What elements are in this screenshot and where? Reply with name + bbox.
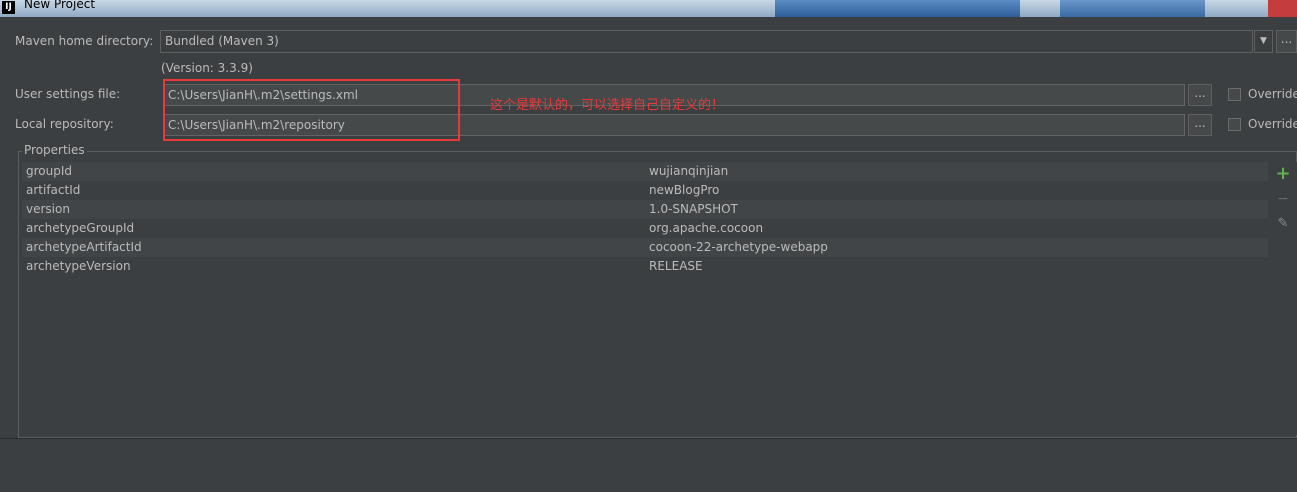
user-settings-label: User settings file: bbox=[15, 87, 121, 101]
table-row[interactable]: version 1.0-SNAPSHOT bbox=[22, 200, 1268, 219]
property-key: archetypeGroupId bbox=[26, 221, 135, 235]
property-value: RELEASE bbox=[649, 259, 703, 273]
table-row[interactable]: archetypeGroupId org.apache.cocoon bbox=[22, 219, 1268, 238]
background-window-strip bbox=[775, 0, 1020, 17]
user-settings-browse-button[interactable]: ... bbox=[1188, 84, 1212, 106]
table-row[interactable]: artifactId newBlogPro bbox=[22, 181, 1268, 200]
property-value: 1.0-SNAPSHOT bbox=[649, 202, 738, 216]
local-repository-browse-button[interactable]: ... bbox=[1188, 114, 1212, 136]
edit-icon[interactable]: ✎ bbox=[1274, 215, 1292, 233]
property-key: archetypeVersion bbox=[26, 259, 131, 273]
property-value: newBlogPro bbox=[649, 183, 720, 197]
window-title: New Project bbox=[24, 0, 96, 11]
maven-version-note: (Version: 3.3.9) bbox=[161, 61, 253, 75]
table-row[interactable]: archetypeVersion RELEASE bbox=[22, 257, 1268, 276]
table-row[interactable]: groupId wujianqinjian bbox=[22, 162, 1268, 181]
property-value: cocoon-22-archetype-webapp bbox=[649, 240, 828, 254]
maven-home-browse-button[interactable]: ... bbox=[1276, 30, 1297, 53]
table-row[interactable]: archetypeArtifactId cocoon-22-archetype-… bbox=[22, 238, 1268, 257]
property-key: archetypeArtifactId bbox=[26, 240, 142, 254]
user-settings-override-label: Override bbox=[1248, 87, 1297, 101]
maven-home-select[interactable]: Bundled (Maven 3) bbox=[160, 30, 1253, 53]
annotation-note: 这个是默认的，可以选择自己自定义的！ bbox=[490, 98, 725, 113]
maven-home-label: Maven home directory: bbox=[15, 34, 154, 48]
property-key: version bbox=[26, 202, 70, 216]
annotation-highlight-box bbox=[163, 79, 460, 141]
local-repository-label: Local repository: bbox=[15, 117, 114, 131]
property-key: artifactId bbox=[26, 183, 81, 197]
properties-toolbar: + − ✎ bbox=[1270, 162, 1297, 435]
chevron-down-icon[interactable]: ▼ bbox=[1254, 30, 1273, 53]
title-bar: IJ New Project bbox=[0, 0, 1297, 17]
property-value: org.apache.cocoon bbox=[649, 221, 764, 235]
background-window-strip bbox=[1060, 0, 1205, 17]
remove-icon[interactable]: − bbox=[1274, 190, 1292, 208]
property-value: wujianqinjian bbox=[649, 164, 729, 178]
add-icon[interactable]: + bbox=[1274, 165, 1292, 183]
local-repository-override-checkbox[interactable] bbox=[1228, 118, 1241, 131]
property-key: groupId bbox=[26, 164, 73, 178]
close-window-button[interactable] bbox=[1268, 0, 1297, 17]
properties-title: Properties bbox=[22, 143, 87, 157]
intellij-app-icon: IJ bbox=[2, 1, 15, 14]
local-repository-override-label: Override bbox=[1248, 117, 1297, 131]
user-settings-override-checkbox[interactable] bbox=[1228, 88, 1241, 101]
properties-table: groupId wujianqinjian artifactId newBlog… bbox=[22, 162, 1268, 435]
bottom-divider bbox=[0, 438, 1297, 439]
